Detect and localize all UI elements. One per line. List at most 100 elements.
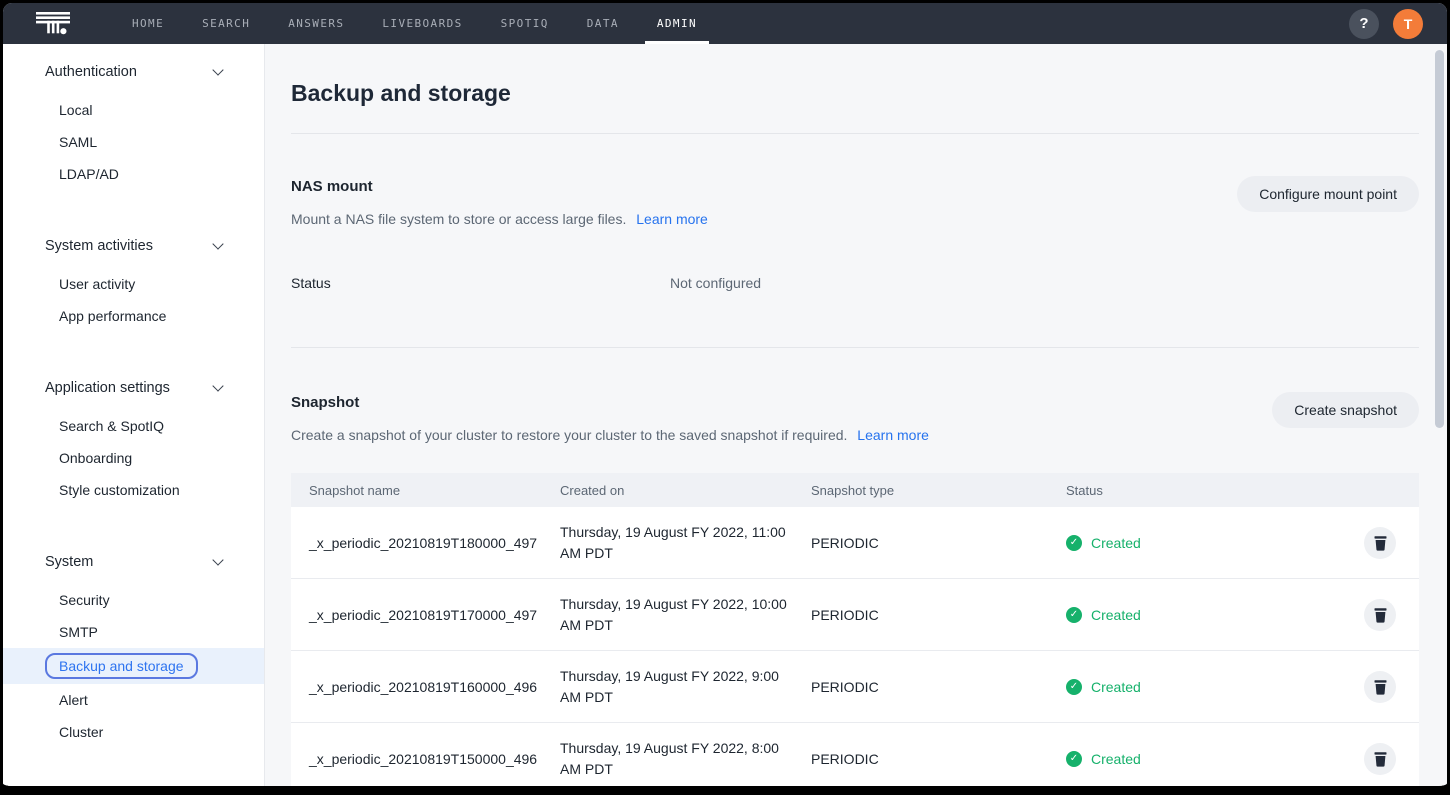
page-title: Backup and storage [291, 80, 1419, 107]
sidebar-item-cluster[interactable]: Cluster [3, 716, 264, 748]
actions-cell [1341, 743, 1419, 775]
check-circle-icon: ✓ [1066, 607, 1082, 623]
column-header-created-on: Created on [560, 483, 811, 498]
created-on-cell: Thursday, 19 August FY 2022, 11:00 AM PD… [560, 522, 802, 564]
nav-item-data[interactable]: DATA [568, 3, 638, 44]
sidebar-item-onboarding[interactable]: Onboarding [3, 442, 264, 474]
sidebar-section-header[interactable]: Application settings [3, 372, 264, 404]
sidebar-item-saml[interactable]: SAML [3, 126, 264, 158]
table-row: _x_periodic_20210819T170000_497 Thursday… [291, 579, 1419, 651]
sidebar-item-label: Security [59, 592, 110, 608]
snapshot-type-cell: PERIODIC [811, 679, 1066, 695]
trash-icon [1374, 751, 1387, 767]
scrollbar-thumb[interactable] [1435, 50, 1444, 428]
status-cell: ✓ Created [1066, 535, 1341, 551]
sidebar-item-style-customization[interactable]: Style customization [3, 474, 264, 506]
sidebar-item-search-spotiq[interactable]: Search & SpotIQ [3, 410, 264, 442]
column-header-snapshot-type: Snapshot type [811, 483, 1066, 498]
nav-right: ? T [1349, 9, 1423, 39]
created-on-cell: Thursday, 19 August FY 2022, 10:00 AM PD… [560, 594, 802, 636]
sidebar-item-label: User activity [59, 276, 135, 292]
snapshot-title: Snapshot [291, 394, 929, 411]
sidebar-item-alert[interactable]: Alert [3, 684, 264, 716]
thoughtspot-logo-icon[interactable] [33, 9, 73, 39]
delete-snapshot-button[interactable] [1364, 599, 1396, 631]
nav-item-label: LIVEBOARDS [382, 17, 462, 30]
sidebar-section: System activities User activity App perf… [3, 230, 264, 332]
nas-status-value: Not configured [670, 275, 761, 291]
nav-item-liveboards[interactable]: LIVEBOARDS [363, 3, 481, 44]
sidebar-item-backup-and-storage[interactable]: Backup and storage [3, 648, 264, 684]
sidebar-section-label: System activities [45, 238, 153, 254]
nav-item-spotiq[interactable]: SPOTIQ [482, 3, 568, 44]
delete-snapshot-button[interactable] [1364, 743, 1396, 775]
snapshot-type-cell: PERIODIC [811, 607, 1066, 623]
app-window: HOME SEARCH ANSWERS LIVEBOARDS SPOTIQ DA… [0, 0, 1450, 795]
table-row: _x_periodic_20210819T150000_496 Thursday… [291, 723, 1419, 786]
main-content: Backup and storage NAS mount Mount a NAS… [265, 44, 1447, 786]
user-avatar[interactable]: T [1393, 9, 1423, 39]
status-cell: ✓ Created [1066, 679, 1341, 695]
status-cell: ✓ Created [1066, 607, 1341, 623]
sidebar-item-local[interactable]: Local [3, 94, 264, 126]
snapshot-table: Snapshot name Created on Snapshot type S… [291, 473, 1419, 786]
nas-description: Mount a NAS file system to store or acce… [291, 211, 708, 227]
sidebar-item-ldap-ad[interactable]: LDAP/AD [3, 158, 264, 190]
sidebar-section-items: Security SMTP Backup and storage Alert C… [3, 584, 264, 748]
sidebar-item-security[interactable]: Security [3, 584, 264, 616]
sidebar-section-header[interactable]: System activities [3, 230, 264, 262]
sidebar-item-label: Cluster [59, 724, 103, 740]
sidebar-item-label: App performance [59, 308, 166, 324]
sidebar-section-items: Search & SpotIQ Onboarding Style customi… [3, 410, 264, 506]
help-button[interactable]: ? [1349, 9, 1379, 39]
nav-item-label: DATA [587, 17, 619, 30]
snapshot-name-cell: _x_periodic_20210819T150000_496 [291, 751, 560, 767]
table-body: _x_periodic_20210819T180000_497 Thursday… [291, 507, 1419, 786]
snapshot-section: Snapshot Create a snapshot of your clust… [291, 392, 1419, 786]
nas-description-text: Mount a NAS file system to store or acce… [291, 211, 626, 227]
sidebar-section-header[interactable]: Authentication [3, 56, 264, 88]
nav-item-search[interactable]: SEARCH [183, 3, 269, 44]
delete-snapshot-button[interactable] [1364, 527, 1396, 559]
table-header-row: Snapshot name Created on Snapshot type S… [291, 473, 1419, 507]
nav-item-home[interactable]: HOME [113, 3, 183, 44]
actions-cell [1341, 527, 1419, 559]
nas-title: NAS mount [291, 178, 708, 195]
sidebar-item-label: Local [59, 102, 92, 118]
create-snapshot-button[interactable]: Create snapshot [1272, 392, 1419, 428]
nav-item-label: ADMIN [657, 17, 697, 30]
actions-cell [1341, 671, 1419, 703]
sidebar-section-items: Local SAML LDAP/AD [3, 94, 264, 190]
nav-item-label: HOME [132, 17, 164, 30]
delete-snapshot-button[interactable] [1364, 671, 1396, 703]
sidebar-item-label: Onboarding [59, 450, 132, 466]
sidebar-section-header[interactable]: System [3, 546, 264, 578]
check-circle-icon: ✓ [1066, 535, 1082, 551]
sidebar-item-app-performance[interactable]: App performance [3, 300, 264, 332]
divider [291, 347, 1419, 348]
status-label: Created [1091, 679, 1141, 695]
top-nav: HOME SEARCH ANSWERS LIVEBOARDS SPOTIQ DA… [3, 3, 1447, 44]
sidebar-item-user-activity[interactable]: User activity [3, 268, 264, 300]
snapshot-description-text: Create a snapshot of your cluster to res… [291, 427, 847, 443]
logo-glyph [33, 9, 73, 39]
scrollbar[interactable] [1435, 50, 1444, 780]
snapshot-learn-more-link[interactable]: Learn more [857, 427, 929, 443]
created-on-cell: Thursday, 19 August FY 2022, 9:00 AM PDT [560, 666, 802, 708]
configure-mount-point-button[interactable]: Configure mount point [1237, 176, 1419, 212]
column-header-status: Status [1066, 483, 1341, 498]
nas-learn-more-link[interactable]: Learn more [636, 211, 708, 227]
chevron-down-icon [212, 64, 223, 75]
nas-mount-section: NAS mount Mount a NAS file system to sto… [291, 176, 1419, 348]
nav-item-answers[interactable]: ANSWERS [269, 3, 363, 44]
nas-status-label: Status [291, 275, 670, 291]
nav-item-admin[interactable]: ADMIN [638, 3, 716, 44]
sidebar-item-smtp[interactable]: SMTP [3, 616, 264, 648]
nas-section-header: NAS mount Mount a NAS file system to sto… [291, 176, 1419, 227]
sidebar-item-label: LDAP/AD [59, 166, 119, 182]
snapshot-name-cell: _x_periodic_20210819T180000_497 [291, 535, 560, 551]
divider [291, 133, 1419, 134]
nas-status-row: Status Not configured [291, 275, 1419, 291]
trash-icon [1374, 607, 1387, 623]
table-row: _x_periodic_20210819T160000_496 Thursday… [291, 651, 1419, 723]
